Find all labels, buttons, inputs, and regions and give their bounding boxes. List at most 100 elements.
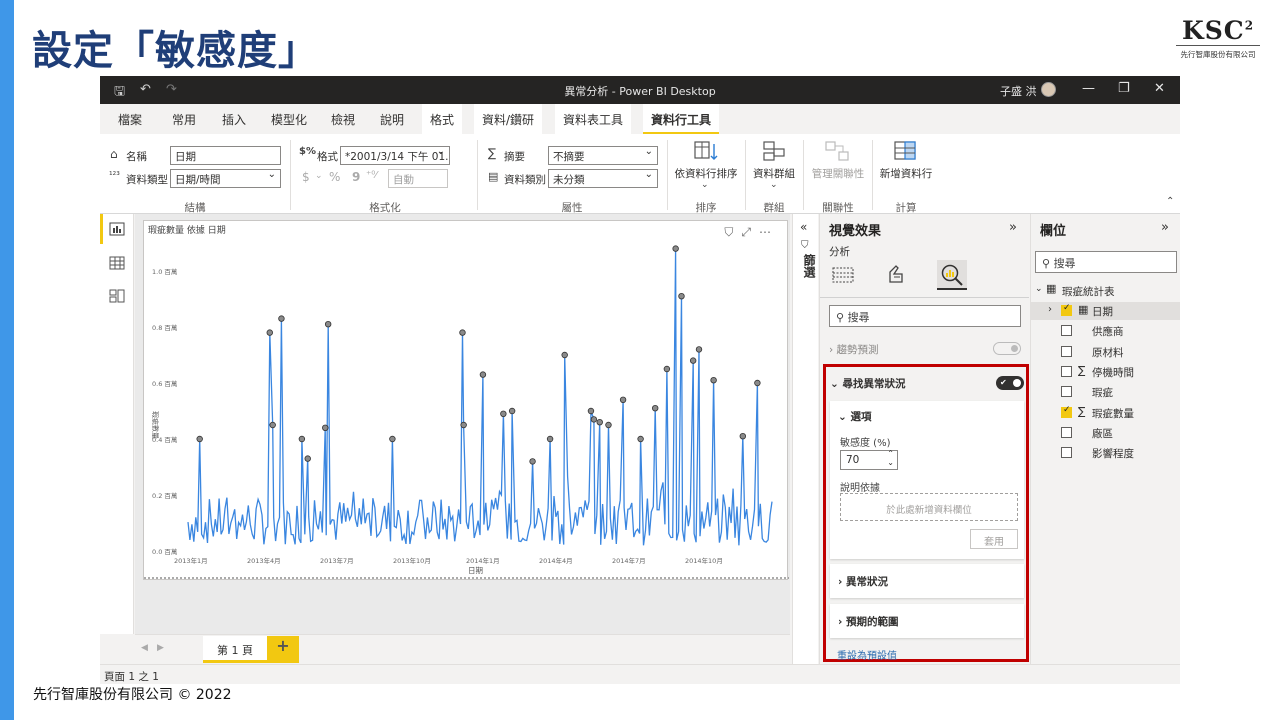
- tab-help[interactable]: 說明: [380, 111, 404, 128]
- currency-button[interactable]: $: [302, 170, 310, 184]
- report-view-icon[interactable]: [109, 222, 125, 236]
- percent-button[interactable]: %: [329, 170, 340, 184]
- summary-select[interactable]: 不摘要: [548, 146, 658, 165]
- chevron-down-icon: ⌄: [1035, 284, 1043, 294]
- explain-by-label: 說明依據: [840, 483, 880, 494]
- expand-filters-icon[interactable]: «: [800, 220, 807, 234]
- forecast-section[interactable]: › 趨勢預測: [829, 342, 879, 357]
- viz-search-input[interactable]: ⚲ 搜尋: [829, 305, 1021, 327]
- fields-search-input[interactable]: ⚲ 搜尋: [1035, 251, 1177, 273]
- add-page-button[interactable]: +: [267, 636, 299, 663]
- page-tab-1[interactable]: 第 1 頁: [203, 636, 267, 663]
- data-groups-icon[interactable]: [761, 140, 787, 162]
- forecast-toggle[interactable]: [993, 342, 1021, 355]
- reset-to-default-link[interactable]: 重設為預設值: [837, 647, 897, 662]
- filters-pane[interactable]: « ⛉ 篩選: [792, 214, 818, 664]
- new-column-icon[interactable]: [893, 140, 919, 162]
- close-icon[interactable]: ✕: [1154, 81, 1165, 96]
- expected-range-header[interactable]: › 預期的範圍: [838, 614, 898, 629]
- field-item[interactable]: 原材料: [1031, 343, 1180, 361]
- field-item[interactable]: 影響程度: [1031, 444, 1180, 462]
- user-avatar[interactable]: [1041, 82, 1056, 97]
- field-name: 影響程度: [1092, 448, 1134, 461]
- field-item[interactable]: › ▦日期: [1031, 302, 1180, 320]
- comma-button[interactable]: 9: [352, 170, 360, 184]
- explain-by-drop-zone[interactable]: 於此處新增資料欄位: [840, 493, 1018, 521]
- apply-button[interactable]: 套用: [970, 529, 1018, 549]
- restore-icon[interactable]: ❐: [1118, 81, 1130, 96]
- find-anomalies-header[interactable]: ⌄ 尋找異常狀況: [830, 376, 905, 391]
- field-item[interactable]: ∑ 停機時間: [1031, 363, 1180, 381]
- name-input[interactable]: 日期: [170, 146, 281, 165]
- data-groups-button[interactable]: 資料群組: [750, 166, 798, 181]
- tab-column-tools[interactable]: 資料行工具: [643, 104, 720, 134]
- y-tick-label: 1.0 百萬: [152, 267, 178, 276]
- field-item[interactable]: ∑ 瑕疵數量: [1031, 404, 1180, 422]
- sort-by-column-icon[interactable]: [693, 140, 719, 162]
- sort-dropdown-icon[interactable]: ⌄: [701, 180, 709, 190]
- table-row[interactable]: ⌄ ▦ 瑕疵統計表: [1031, 282, 1180, 300]
- tab-view[interactable]: 檢視: [331, 111, 355, 128]
- groups-dropdown-icon[interactable]: ⌄: [770, 180, 778, 190]
- tab-insert[interactable]: 插入: [222, 111, 246, 128]
- field-item[interactable]: 供應商: [1031, 322, 1180, 340]
- sort-by-column-button[interactable]: 依資料行排序: [674, 166, 738, 181]
- ribbon-divider: [477, 140, 478, 210]
- category-select[interactable]: 未分類: [548, 169, 658, 188]
- field-checkbox[interactable]: [1061, 303, 1072, 316]
- filters-label[interactable]: 篩選: [801, 254, 818, 278]
- analytics-icon[interactable]: [939, 262, 965, 288]
- field-checkbox[interactable]: [1061, 345, 1072, 357]
- tab-format[interactable]: 格式: [422, 104, 463, 134]
- data-view-icon[interactable]: [109, 256, 125, 270]
- user-name[interactable]: 子盛 洪: [1000, 83, 1037, 99]
- line-chart-visual[interactable]: 瑕疵數量 依據 日期 ⛉⤢⋯ 0.0 百萬 0.2 百萬 0.4 百萬 0.6 百萬 0…: [143, 220, 789, 580]
- slide-footer: 先行智庫股份有限公司 © 2022: [33, 687, 232, 703]
- anomaly-style-card[interactable]: › 異常狀況: [830, 564, 1024, 598]
- currency-dropdown-icon[interactable]: ⌄: [315, 171, 323, 181]
- next-page-icon[interactable]: ▶: [157, 643, 164, 653]
- collapse-viz-pane-icon[interactable]: »: [1009, 220, 1017, 235]
- options-header[interactable]: ⌄ 選項: [838, 409, 871, 424]
- data-type-select[interactable]: 日期/時間: [170, 169, 281, 188]
- anomaly-marker: [479, 371, 487, 378]
- format-visual-icon[interactable]: [884, 262, 910, 288]
- prev-page-icon[interactable]: ◀: [141, 643, 148, 653]
- tab-data-drill[interactable]: 資料/鑽研: [474, 104, 543, 134]
- manage-relationships-icon: [825, 141, 849, 161]
- tab-table-tools[interactable]: 資料表工具: [555, 104, 632, 134]
- field-checkbox[interactable]: [1061, 386, 1072, 398]
- anomalies-toggle[interactable]: ✔: [996, 376, 1024, 390]
- tab-modeling[interactable]: 模型化: [271, 111, 307, 128]
- sensitivity-input[interactable]: 70: [840, 449, 898, 470]
- field-checkbox[interactable]: [1061, 325, 1072, 337]
- format-select[interactable]: *2001/3/14 下午 01...: [340, 146, 450, 165]
- decimal-places-input[interactable]: 自動: [388, 169, 448, 188]
- minimize-icon[interactable]: —: [1082, 81, 1095, 96]
- category-icon: ▤: [488, 170, 499, 183]
- manage-relationships-button[interactable]: 管理關聯性: [808, 166, 868, 181]
- model-view-icon[interactable]: [109, 289, 125, 303]
- field-item[interactable]: 廠區: [1031, 424, 1180, 442]
- calendar-icon: ▦: [1078, 303, 1089, 316]
- tab-home[interactable]: 常用: [172, 111, 196, 128]
- ribbon-divider: [667, 140, 668, 210]
- anomaly-marker: [663, 365, 671, 373]
- anomaly-marker: [678, 292, 685, 300]
- field-checkbox[interactable]: [1061, 405, 1072, 418]
- new-column-button[interactable]: 新增資料行: [877, 166, 935, 181]
- expected-range-card[interactable]: › 預期的範圍: [830, 604, 1024, 638]
- collapse-fields-pane-icon[interactable]: »: [1161, 220, 1169, 235]
- tab-file[interactable]: 檔案: [118, 111, 142, 128]
- field-checkbox[interactable]: [1061, 426, 1072, 438]
- field-checkbox[interactable]: [1061, 365, 1072, 377]
- analytics-tab[interactable]: [937, 260, 967, 290]
- chevron-right-icon[interactable]: ›: [1048, 304, 1052, 315]
- build-visual-icon[interactable]: [830, 262, 856, 288]
- field-checkbox[interactable]: [1061, 447, 1072, 459]
- sigma-icon: ∑: [488, 146, 497, 160]
- sensitivity-label: 敏感度 (%): [840, 438, 891, 449]
- collapse-ribbon-icon[interactable]: ⌃: [1166, 196, 1174, 207]
- field-item[interactable]: 瑕疵: [1031, 383, 1180, 401]
- anomaly-style-header[interactable]: › 異常狀況: [838, 574, 888, 589]
